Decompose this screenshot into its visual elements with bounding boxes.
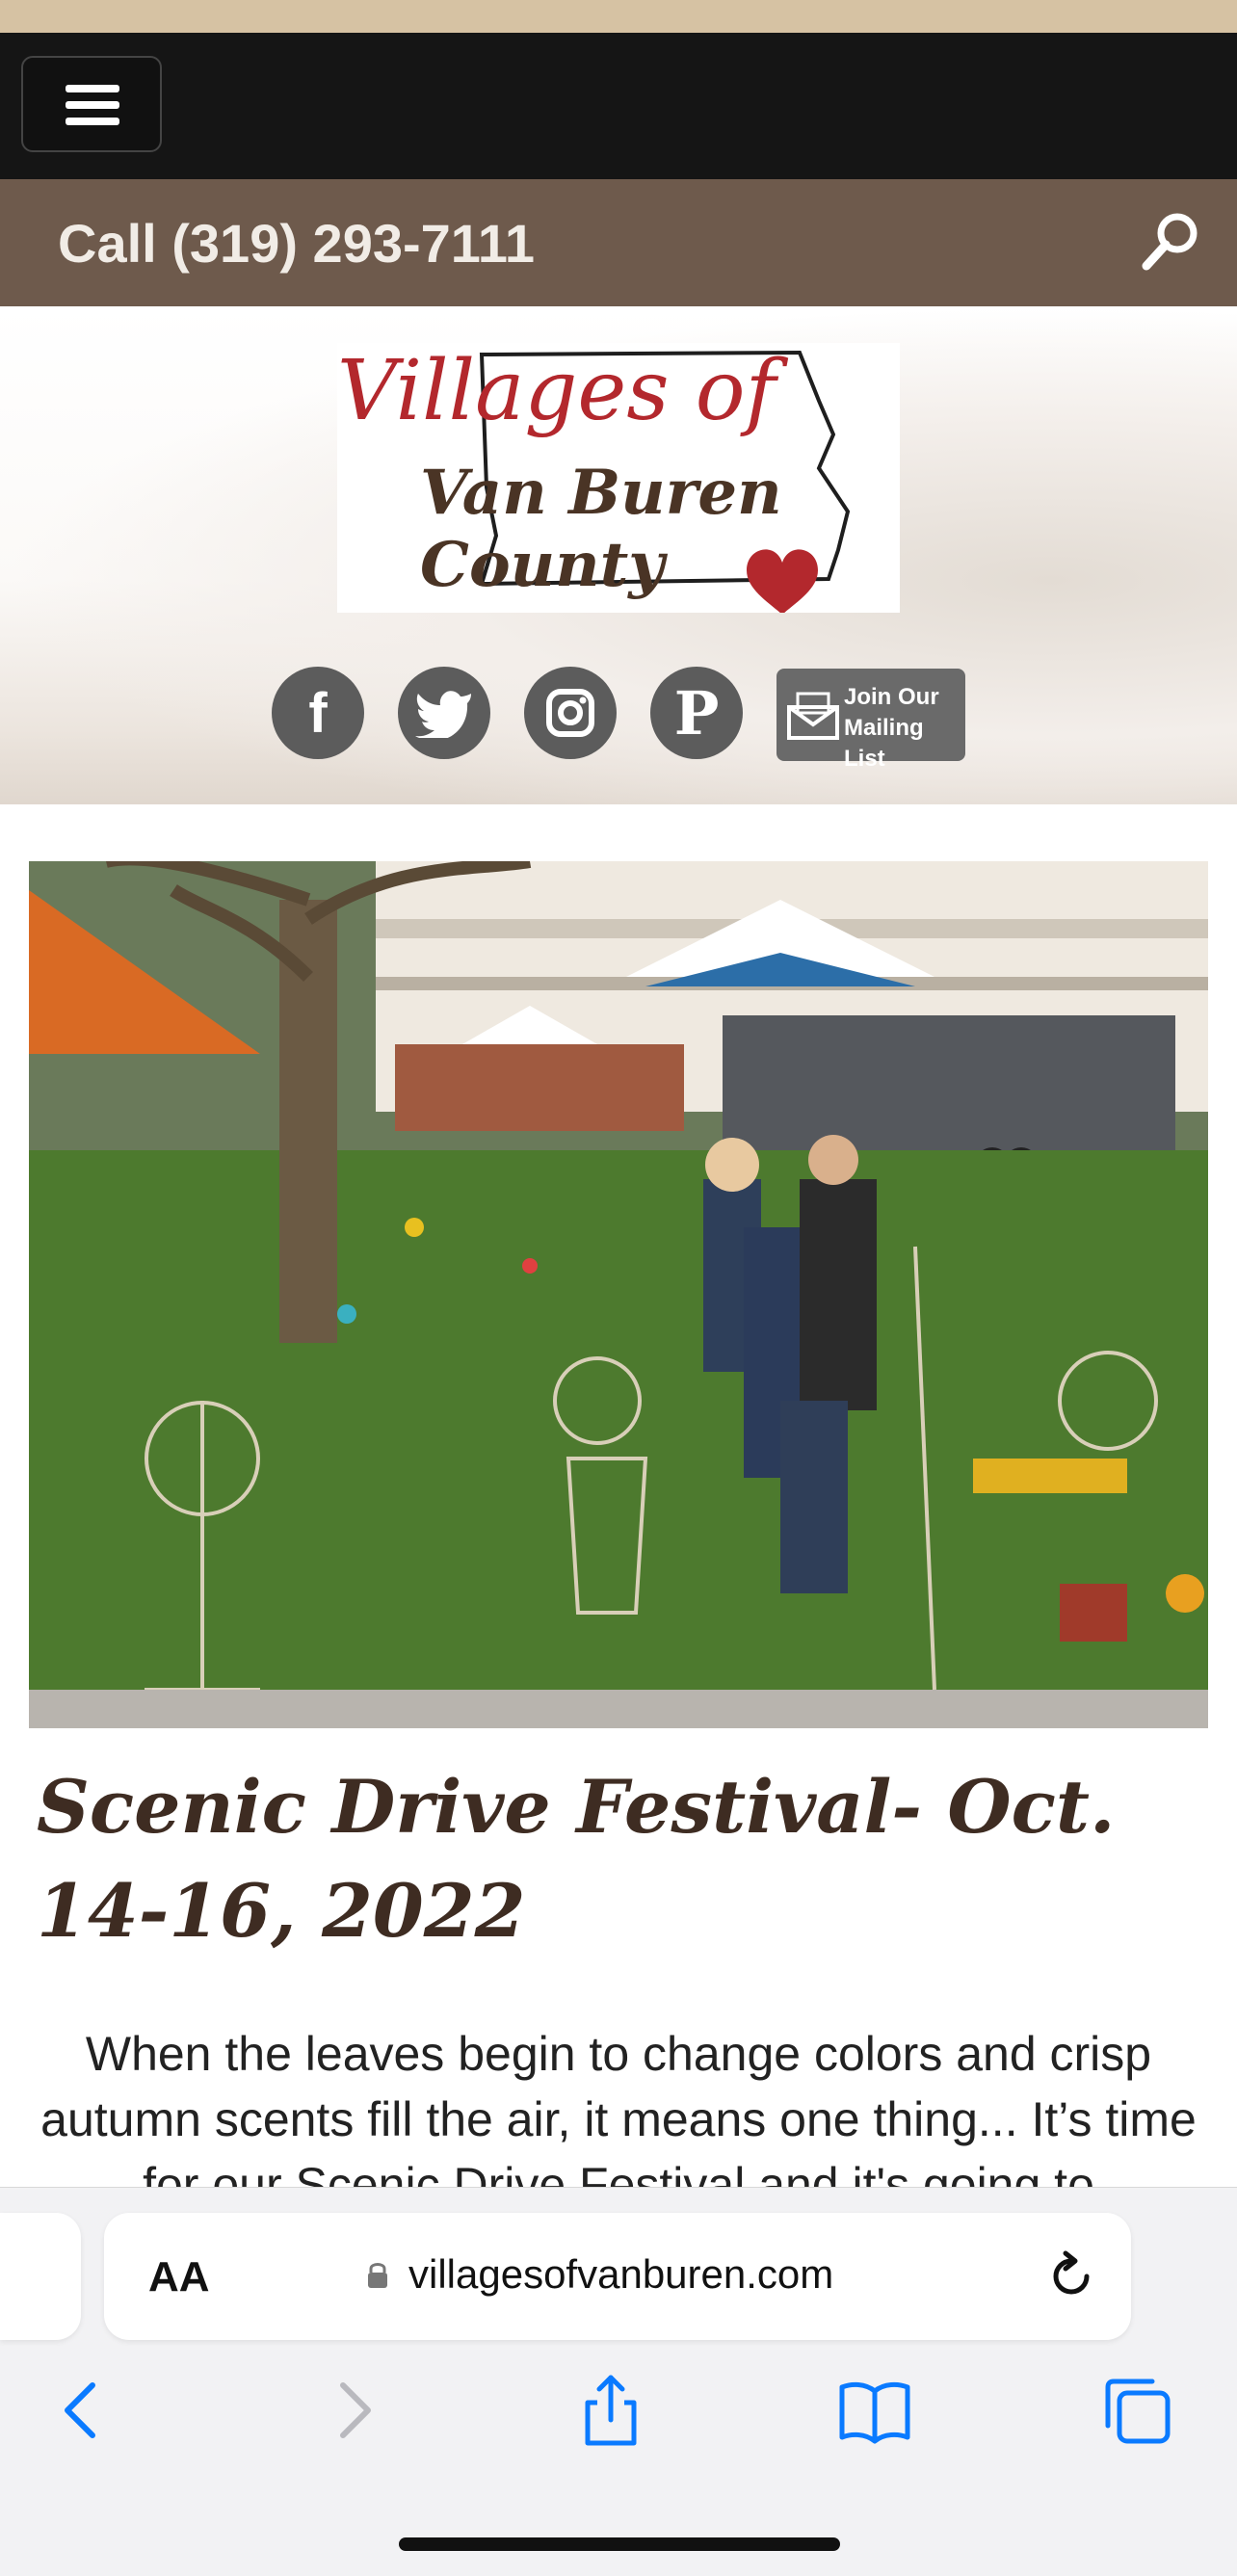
mailing-line1: Join Our: [844, 684, 939, 710]
facebook-button[interactable]: f: [272, 667, 364, 759]
logo-line1: Villages of: [337, 343, 776, 439]
back-icon[interactable]: [44, 2372, 121, 2449]
article-title: Scenic Drive Festival- Oct. 14-16, 2022: [37, 1764, 1116, 1954]
bookmarks-icon[interactable]: [836, 2372, 913, 2449]
page-settings-button[interactable]: AA: [148, 2253, 210, 2301]
previous-tab[interactable]: [0, 2213, 81, 2340]
instagram-icon: [546, 689, 594, 737]
facebook-icon: f: [308, 681, 328, 745]
mailing-list-button[interactable]: Join Our Mailing List: [776, 669, 965, 772]
tabs-icon[interactable]: [1098, 2372, 1175, 2449]
reload-icon[interactable]: [1044, 2249, 1098, 2303]
lock-icon: [368, 2263, 387, 2288]
menu-button[interactable]: [21, 56, 162, 152]
share-icon[interactable]: [572, 2372, 649, 2449]
address-bar[interactable]: AA villagesofvanburen.com: [104, 2213, 1131, 2340]
call-bar: Call (319) 293-7111: [0, 179, 1237, 306]
top-strip: [0, 0, 1237, 33]
forward-icon[interactable]: [314, 2372, 391, 2449]
site-navbar: [0, 33, 1237, 179]
phone-link[interactable]: Call (319) 293-7111: [58, 212, 535, 275]
mail-icon: [787, 692, 839, 740]
site-logo[interactable]: Villages of Van Buren County: [337, 343, 900, 613]
mailing-line2: Mailing List: [844, 715, 924, 772]
logo-line2: Van Buren County: [420, 457, 782, 601]
instagram-button[interactable]: [524, 667, 617, 759]
search-icon[interactable]: [1137, 208, 1204, 276]
url-text: villagesofvanburen.com: [408, 2251, 834, 2297]
twitter-icon: [415, 691, 471, 738]
twitter-button[interactable]: [398, 667, 490, 759]
pinterest-button[interactable]: P: [650, 667, 743, 759]
pinterest-icon: P: [673, 677, 720, 749]
hamburger-icon: [66, 85, 119, 92]
home-indicator[interactable]: [399, 2537, 840, 2551]
hero-image: [29, 861, 1208, 1728]
site-header: Villages of Van Buren County f P Join Ou…: [0, 306, 1237, 804]
